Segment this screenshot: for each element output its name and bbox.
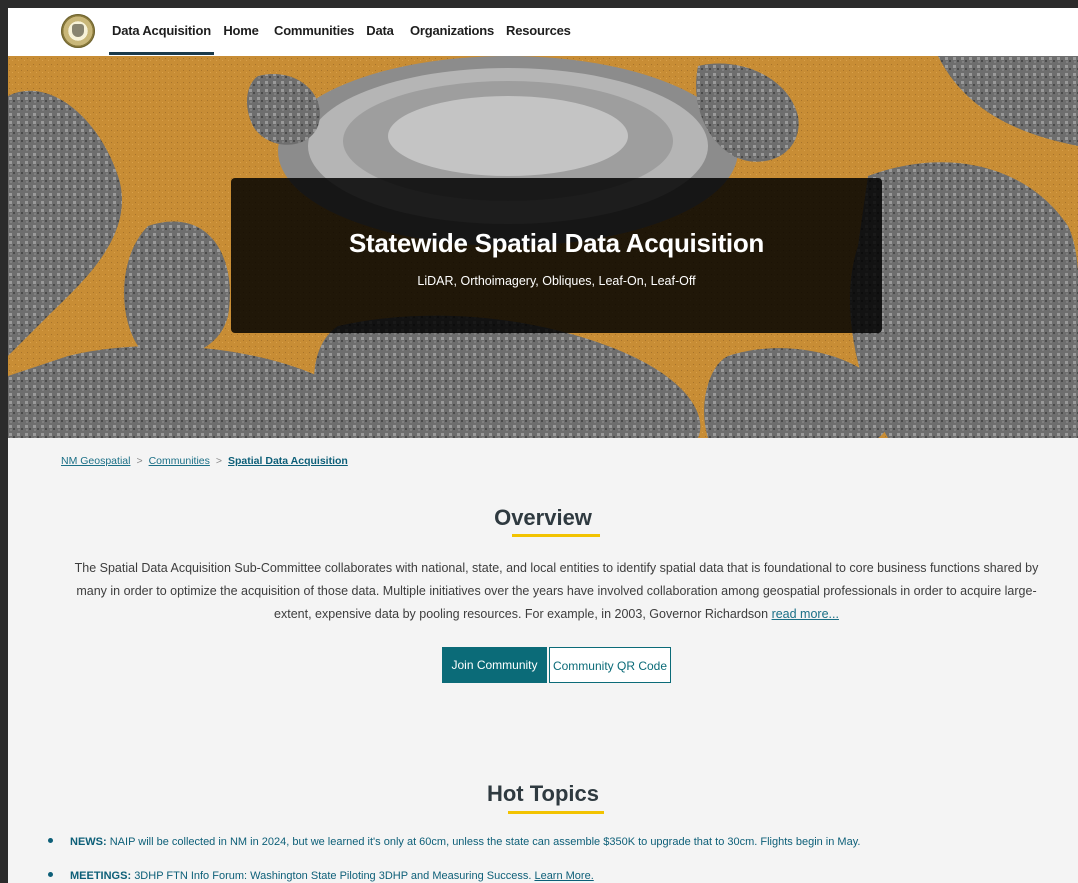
breadcrumb-link-communities[interactable]: Communities (149, 455, 210, 467)
nav-communities[interactable]: Communities (274, 8, 354, 56)
topic-tag: MEETINGS: (70, 870, 132, 882)
overview-text: The Spatial Data Acquisition Sub-Committ… (74, 561, 1039, 621)
hero-banner: Statewide Spatial Data Acquisition LiDAR… (8, 56, 1078, 438)
breadcrumb-current[interactable]: Spatial Data Acquisition (228, 455, 348, 467)
nav-data[interactable]: Data (363, 8, 397, 56)
list-item: NEWS: NAIP will be collected in NM in 20… (48, 834, 1058, 868)
nav-data-acquisition[interactable]: Data Acquisition (109, 8, 214, 56)
top-navigation: Data Acquisition Home Communities Data O… (8, 8, 1078, 57)
topic-tag: NEWS: (70, 836, 107, 848)
community-qr-code-button[interactable]: Community QR Code (549, 647, 671, 683)
list-item: MEETINGS: 3DHP FTN Info Forum: Washingto… (48, 868, 1058, 883)
hero-title-card: Statewide Spatial Data Acquisition LiDAR… (231, 178, 882, 333)
hero-subtitle: LiDAR, Orthoimagery, Obliques, Leaf-On, … (417, 274, 696, 288)
overview-paragraph: The Spatial Data Acquisition Sub-Committ… (64, 557, 1049, 626)
bullet-icon (48, 838, 53, 843)
state-seal-logo[interactable] (61, 14, 95, 48)
nav-organizations[interactable]: Organizations (409, 8, 495, 56)
join-community-button[interactable]: Join Community (442, 647, 547, 683)
topic-text: 3DHP FTN Info Forum: Washington State Pi… (134, 870, 532, 882)
breadcrumb-separator: > (136, 455, 143, 467)
overview-underline (512, 534, 600, 537)
hot-topics-list: NEWS: NAIP will be collected in NM in 20… (48, 834, 1058, 883)
breadcrumb-link-home[interactable]: NM Geospatial (61, 455, 130, 467)
hot-topics-heading: Hot Topics (486, 781, 600, 806)
page-frame: Data Acquisition Home Communities Data O… (8, 8, 1078, 883)
overview-heading: Overview (494, 505, 592, 530)
hero-title: Statewide Spatial Data Acquisition (348, 228, 765, 258)
topic-text: NAIP will be collected in NM in 2024, bu… (109, 836, 861, 848)
bullet-icon (48, 872, 53, 877)
breadcrumb: NM Geospatial > Communities > Spatial Data A… (61, 455, 348, 467)
nav-home[interactable]: Home (221, 8, 261, 56)
nav-resources[interactable]: Resources (506, 8, 571, 56)
active-tab-indicator (109, 52, 214, 55)
hot-topics-underline (508, 811, 604, 814)
learn-more-link[interactable]: Learn More. (534, 870, 593, 882)
breadcrumb-separator: > (215, 455, 223, 467)
read-more-link[interactable]: read more... (772, 607, 839, 621)
